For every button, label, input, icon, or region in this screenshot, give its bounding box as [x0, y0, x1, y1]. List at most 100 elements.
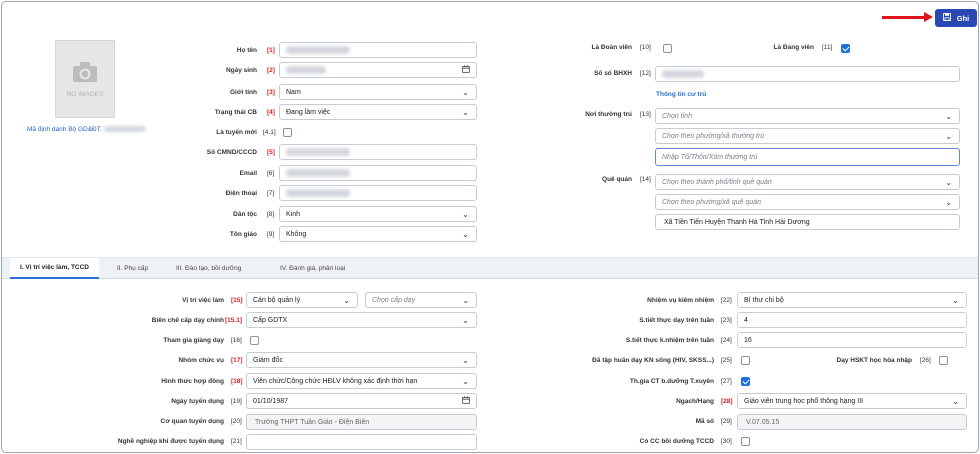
regular-training-checkbox[interactable]: [741, 377, 750, 386]
select-value: Kinh: [286, 210, 301, 218]
weekly-teaching-periods-value: 4: [744, 316, 748, 324]
chevron-down-icon: ⌄: [945, 111, 952, 121]
tab-job-position[interactable]: I. Vị trí việc làm, TCCD: [10, 258, 99, 279]
recruit-date-value: 01/10/1987: [253, 397, 289, 405]
field-label: Điện thoại: [225, 190, 257, 197]
recruit-date-input[interactable]: 01/10/1987: [246, 393, 477, 409]
recruit-date-label: Ngày tuyển dụng: [171, 398, 224, 405]
field-label: Số CMND/CCCD: [206, 149, 257, 156]
life-skills-training-label: Đã tập huấn dạy KN sống (HIV, SKSS...): [592, 357, 714, 364]
position-group-select[interactable]: Giám đốc ⌄: [246, 352, 477, 368]
field-input[interactable]: [279, 62, 477, 78]
field-input[interactable]: Đang làm việc ⌄: [279, 104, 477, 120]
field-input[interactable]: Kinh ⌄: [279, 206, 477, 222]
teaching-level-select[interactable]: Chọn cấp dạy ⌄: [365, 292, 477, 308]
bhxh-label: Số sổ BHXH: [594, 70, 632, 77]
hometown-label: Quê quán: [602, 176, 632, 183]
occupation-at-recruitment-input[interactable]: [246, 434, 477, 450]
code-label: Mã số: [695, 418, 714, 425]
chevron-down-icon: ⌄: [462, 355, 469, 365]
chevron-down-icon: ⌄: [945, 131, 952, 141]
calendar-icon[interactable]: [462, 65, 470, 75]
regular-training-label: Th.gia CT b.dưỡng T.xuyên: [629, 378, 714, 385]
field-number: [9]: [267, 231, 275, 238]
province-select[interactable]: Chọn tỉnh ⌄: [655, 108, 960, 124]
calendar-icon[interactable]: [462, 396, 470, 406]
weekly-teaching-periods-num: [23]: [721, 317, 732, 324]
ward-select[interactable]: Chọn theo phường/xã thường trú ⌄: [655, 128, 960, 144]
occupation-at-recruitment-num: [21]: [231, 438, 242, 445]
position-group-value: Giám đốc: [253, 356, 283, 364]
camera-icon: [72, 61, 98, 85]
rank-grade-num: [28]: [721, 398, 733, 405]
hometown-num: [14]: [640, 176, 651, 183]
weekly-teaching-periods-input[interactable]: 4: [737, 312, 967, 328]
recruit-date-num: [19]: [231, 398, 242, 405]
floppy-disk-icon: [942, 12, 951, 23]
top-toolbar: Ghi: [2, 2, 978, 34]
teaching-participation-num: [16]: [231, 337, 242, 344]
chevron-down-icon: ⌄: [945, 197, 952, 207]
field-input[interactable]: Nam ⌄: [279, 84, 477, 100]
chevron-down-icon: ⌄: [343, 295, 350, 305]
redacted-value: [286, 148, 350, 156]
dang-vien-checkbox[interactable]: [841, 44, 850, 53]
hometown-city-select[interactable]: Chọn theo thành phố/tỉnh quê quán ⌄: [655, 174, 960, 190]
bhxh-num: [12]: [640, 70, 651, 77]
contract-type-value: Viên chức/Công chức HĐLV không xác định …: [253, 377, 418, 385]
bhxh-input[interactable]: [655, 66, 960, 82]
field-number: [2]: [267, 67, 275, 74]
code-num: [29]: [721, 418, 732, 425]
doan-vien-checkbox[interactable]: [663, 44, 672, 53]
main-teaching-level-select[interactable]: Cấp GDTX ⌄: [246, 312, 477, 328]
red-arrow-annotation: [882, 12, 933, 22]
weekly-concurrent-periods-label: S.tiết thực k.nhiệm trên tuần: [625, 337, 714, 344]
teaching-level-text: Chọn cấp dạy: [372, 296, 416, 304]
residence-info-link[interactable]: Thông tin cư trú: [656, 91, 706, 98]
concurrent-duty-value: Bí thư chi bộ: [744, 296, 784, 304]
dang-vien-label: Là Đảng viên: [773, 44, 814, 51]
field-label: Giới tính: [229, 89, 257, 96]
new-recruit-checkbox[interactable]: [283, 128, 292, 137]
job-position-select[interactable]: Cán bộ quản lý ⌄: [246, 292, 358, 308]
hometown-ward-select[interactable]: Chọn theo phường/xã quê quán ⌄: [655, 194, 960, 210]
recruiting-agency-input[interactable]: Trường THPT Tuần Giáo - Điện Biên: [246, 414, 477, 430]
field-label: Ngày sinh: [225, 67, 257, 74]
field-label: Email: [239, 170, 257, 177]
field-input[interactable]: [279, 42, 477, 58]
life-skills-training-checkbox[interactable]: [741, 356, 750, 365]
contract-type-select[interactable]: Viên chức/Công chức HĐLV không xác định …: [246, 373, 477, 389]
tccd-certificate-num: [30]: [721, 438, 732, 445]
chevron-down-icon: ⌄: [462, 376, 469, 386]
redacted-value: [286, 189, 350, 197]
main-teaching-level-label: Biên chế cấp dạy chính: [151, 317, 224, 324]
select-value: Không: [286, 230, 307, 238]
code-value: V.07.05.15: [746, 418, 780, 426]
concurrent-duty-select[interactable]: Bí thư chi bộ ⌄: [737, 292, 967, 308]
save-button[interactable]: Ghi: [935, 9, 977, 27]
hometown-city-text: Chọn theo thành phố/tỉnh quê quán: [662, 178, 772, 186]
no-image-text: NO IMAGES: [66, 90, 104, 98]
tab-allowance[interactable]: II. Phụ cấp: [107, 258, 158, 279]
teaching-participation-checkbox[interactable]: [250, 336, 259, 345]
tccd-certificate-checkbox[interactable]: [741, 437, 750, 446]
profile-photo-placeholder[interactable]: NO IMAGES: [55, 40, 115, 118]
field-input[interactable]: [279, 185, 477, 201]
weekly-concurrent-periods-num: [24]: [721, 337, 732, 344]
redacted-value: [286, 46, 350, 54]
hamlet-input[interactable]: Nhập Tổ/Thôn/Xóm thường trú: [655, 148, 960, 166]
rank-grade-select[interactable]: Giáo viên trung học phổ thông hạng III ⌄: [737, 393, 967, 409]
hometown-address-input[interactable]: Xã Tiền Tiến Huyện Thanh Hà Tỉnh Hải Dươ…: [655, 214, 960, 230]
tab-training[interactable]: III. Đào tạo, bồi dưỡng: [166, 258, 251, 279]
field-input[interactable]: [279, 144, 477, 160]
field-label: Tôn giáo: [229, 231, 257, 238]
chevron-down-icon: ⌄: [945, 177, 952, 187]
regular-training-num: [27]: [721, 378, 732, 385]
life-skills-training-num: [25]: [721, 357, 732, 364]
inclusive-teaching-checkbox[interactable]: [939, 356, 948, 365]
tab-evaluation[interactable]: IV. Đánh giá, phân loại: [270, 258, 355, 279]
weekly-concurrent-periods-input[interactable]: 16: [737, 332, 967, 348]
field-input[interactable]: Không ⌄: [279, 226, 477, 242]
field-input[interactable]: [279, 165, 477, 181]
redacted-value: [286, 169, 350, 177]
